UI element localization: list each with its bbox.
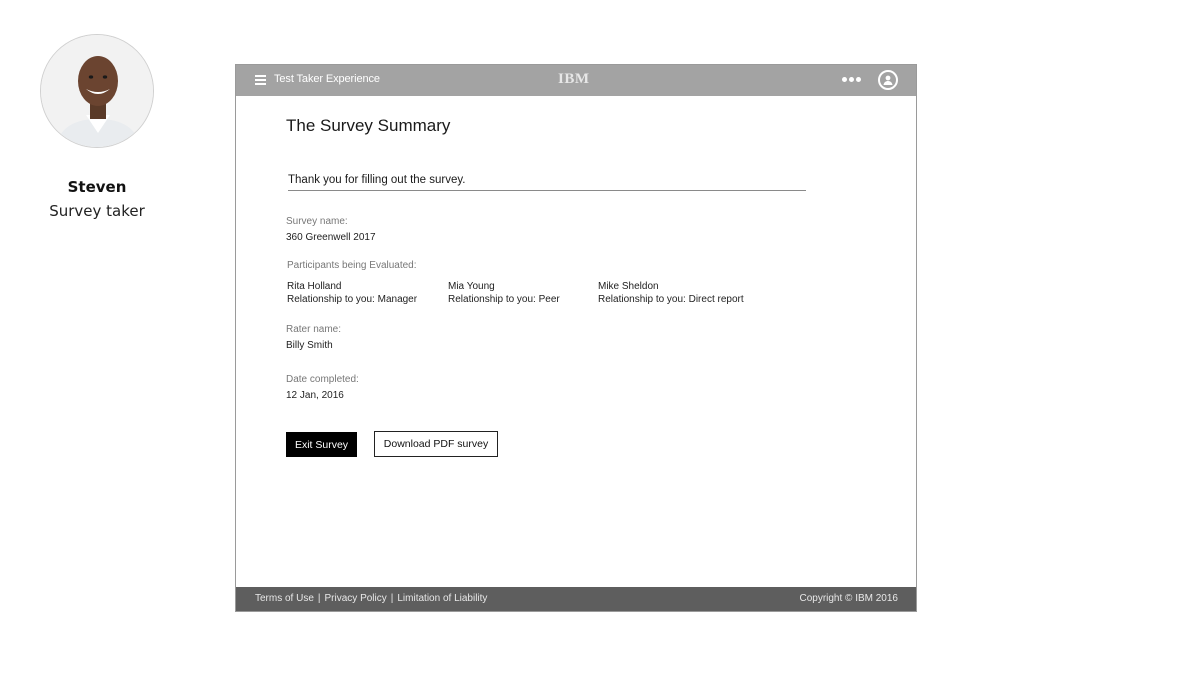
- persona-card: [40, 34, 154, 148]
- participant-name: Mia Young: [448, 281, 495, 292]
- page-title: The Survey Summary: [286, 116, 451, 135]
- footer: Terms of Use | Privacy Policy | Limitation o…: [236, 587, 916, 611]
- rater-name-label: Rater name:: [286, 324, 342, 335]
- participant-item: Rita Holland Relationship to you: Manage…: [287, 280, 417, 306]
- participant-name: Rita Holland: [287, 281, 342, 292]
- exit-survey-button[interactable]: Exit Survey: [286, 432, 357, 457]
- terms-of-use-link[interactable]: Terms of Use: [255, 593, 314, 604]
- survey-name-value: 360 Greenwell 2017: [286, 232, 376, 243]
- person-photo-icon: [41, 35, 153, 147]
- participant-item: Mike Sheldon Relationship to you: Direct…: [598, 280, 744, 306]
- top-bar: Test Taker Experience IBM: [236, 65, 916, 96]
- more-horizontal-icon[interactable]: [842, 74, 862, 86]
- footer-links: Terms of Use | Privacy Policy | Limitation o…: [255, 593, 487, 604]
- app-window: Test Taker Experience IBM The Survey Sum…: [235, 64, 917, 612]
- thank-you-message: Thank you for filling out the survey.: [288, 174, 806, 191]
- persona-text: Steven Survey taker: [40, 162, 154, 220]
- participant-relationship: Relationship to you: Peer: [448, 294, 560, 305]
- participants-label: Participants being Evaluated:: [287, 260, 417, 271]
- user-silhouette-icon: [883, 75, 893, 85]
- footer-separator: |: [390, 593, 394, 604]
- participant-relationship: Relationship to you: Manager: [287, 294, 418, 305]
- limitation-of-liability-link[interactable]: Limitation of Liability: [397, 593, 487, 604]
- persona-name: Steven: [67, 178, 127, 196]
- rater-name-value: Billy Smith: [286, 340, 333, 351]
- persona-avatar: [40, 34, 154, 148]
- date-completed-value: 12 Jan, 2016: [286, 390, 344, 401]
- copyright-text: Copyright © IBM 2016: [799, 593, 898, 604]
- privacy-policy-link[interactable]: Privacy Policy: [325, 593, 387, 604]
- hamburger-menu-icon[interactable]: [255, 75, 266, 85]
- download-pdf-button[interactable]: Download PDF survey: [374, 431, 498, 457]
- ibm-logo: IBM: [558, 71, 590, 87]
- date-completed-label: Date completed:: [286, 374, 359, 385]
- participant-item: Mia Young Relationship to you: Peer: [448, 280, 560, 306]
- persona-role: Survey taker: [49, 202, 145, 220]
- survey-name-label: Survey name:: [286, 216, 348, 227]
- participant-name: Mike Sheldon: [598, 281, 659, 292]
- app-title: Test Taker Experience: [274, 73, 380, 85]
- user-avatar-icon[interactable]: [878, 70, 898, 90]
- footer-separator: |: [317, 593, 321, 604]
- participant-relationship: Relationship to you: Direct report: [598, 294, 744, 305]
